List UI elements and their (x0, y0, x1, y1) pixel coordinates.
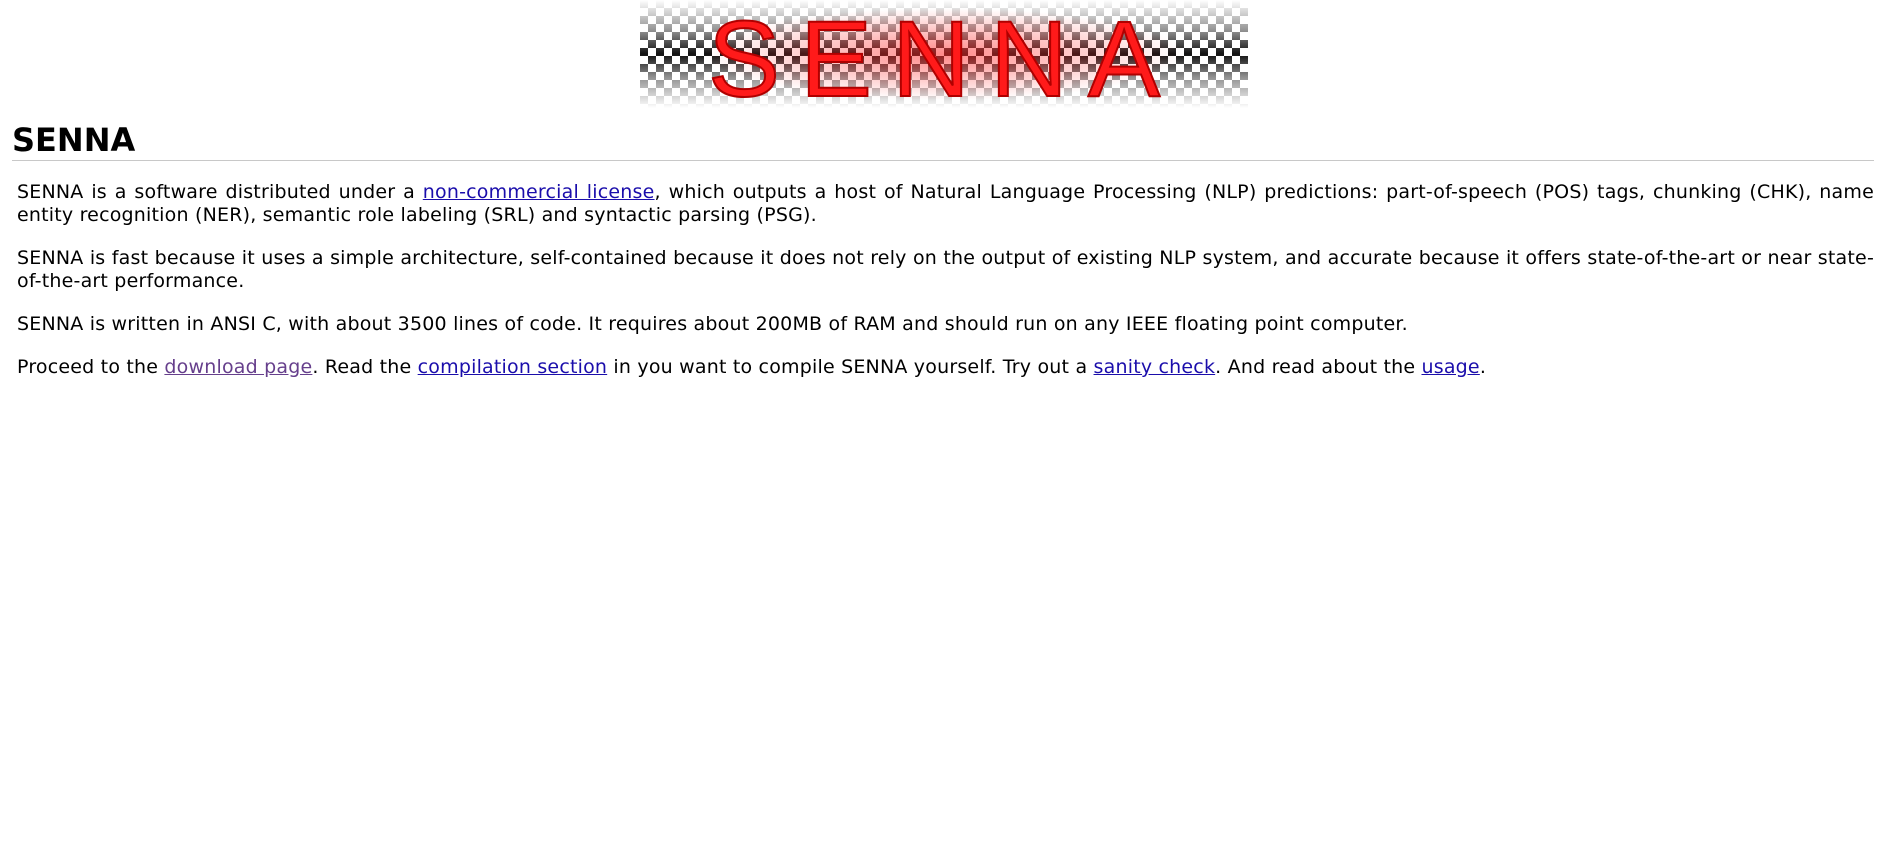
intro-paragraph: SENNA is a software distributed under a … (17, 181, 1874, 227)
links-text-5: . (1479, 356, 1487, 378)
sanity-check-link[interactable]: sanity check (1094, 356, 1216, 378)
title-divider (12, 160, 1874, 161)
license-link[interactable]: non-commercial license (423, 181, 655, 203)
links-text-4: . And read about the (1215, 356, 1422, 378)
links-paragraph: Proceed to the download page. Read the c… (17, 356, 1874, 379)
page-title: SENNA (12, 121, 136, 159)
main-content: SENNA is a software distributed under a … (17, 181, 1874, 399)
senna-banner: SENNA (640, 0, 1248, 108)
requirements-paragraph: SENNA is written in ANSI C, with about 3… (17, 313, 1408, 335)
links-text-1: Proceed to the (17, 356, 165, 378)
links-text-3: in you want to compile SENNA yourself. T… (607, 356, 1094, 378)
download-page-link[interactable]: download page (164, 356, 312, 378)
links-text-2: . Read the (312, 356, 418, 378)
usage-link[interactable]: usage (1421, 356, 1479, 378)
banner-logo-text: SENNA (708, 0, 1180, 108)
architecture-paragraph: SENNA is fast because it uses a simple a… (17, 247, 1874, 292)
intro-text-start: SENNA is a software distributed under a (17, 181, 423, 203)
page: SENNA SENNA SENNA is a software distribu… (0, 0, 1885, 851)
compilation-section-link[interactable]: compilation section (418, 356, 608, 378)
